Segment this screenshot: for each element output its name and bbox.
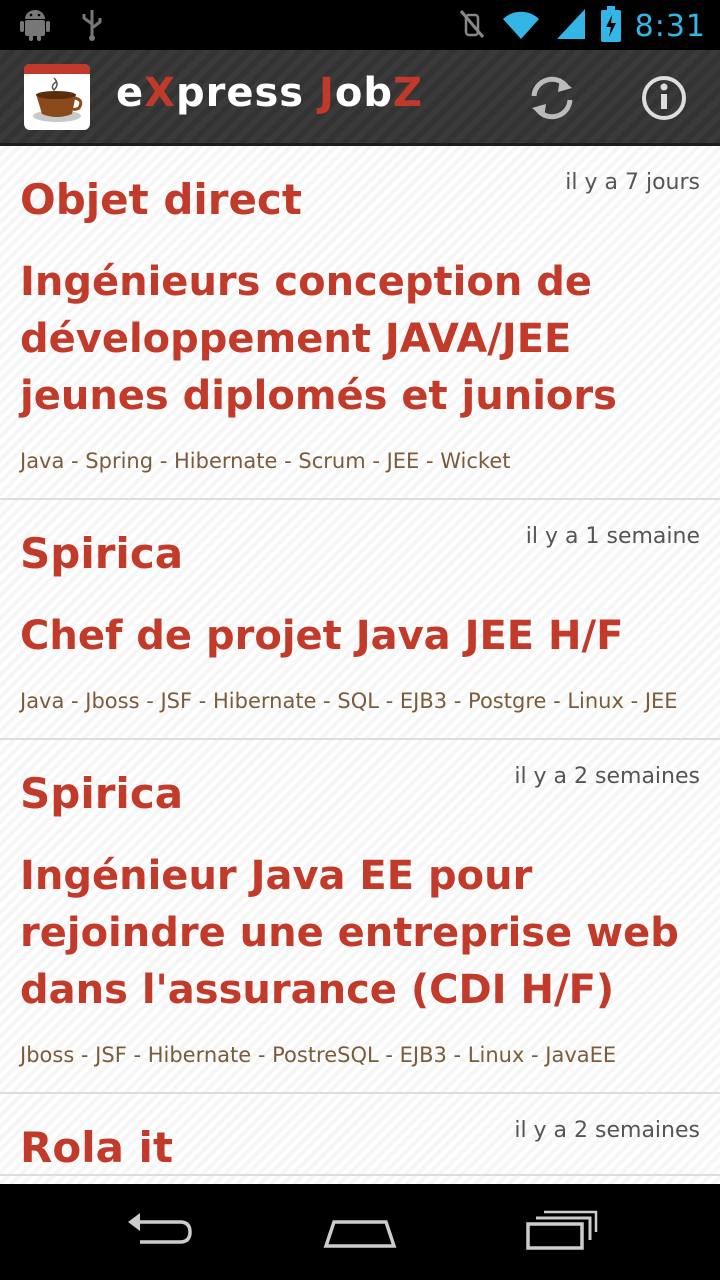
posted-date: il y a 2 semaines: [514, 764, 700, 789]
back-icon[interactable]: [120, 1208, 200, 1258]
job-title: Ingénieur Java EE pour rejoindre une ent…: [20, 853, 679, 1013]
posted-date: il y a 7 jours: [565, 170, 700, 195]
navigation-bar: [0, 1184, 720, 1280]
wifi-icon: [501, 7, 541, 45]
job-list[interactable]: Objet direct il y a 7 jours Ingénieurs c…: [0, 146, 720, 1184]
job-list-item[interactable]: Rola it il y a 2 semaines: [0, 1094, 720, 1176]
signal-icon: [555, 7, 587, 45]
job-title: Chef de projet Java JEE H/F: [20, 613, 624, 659]
job-tags: Java - Jboss - JSF - Hibernate - SQL - E…: [20, 689, 678, 713]
info-icon[interactable]: [636, 70, 692, 126]
clock: 8:31: [634, 8, 706, 44]
battery-charging-icon: [600, 6, 621, 46]
home-icon[interactable]: [320, 1208, 400, 1258]
mute-icon: [457, 7, 487, 45]
job-title: Ingénieurs conception de développement J…: [20, 259, 617, 419]
app-title: eXpress JobZ: [116, 70, 424, 116]
usb-icon: [80, 8, 104, 46]
app-logo-icon[interactable]: [24, 64, 90, 130]
posted-date: il y a 1 semaine: [525, 524, 700, 549]
job-tags: Jboss - JSF - Hibernate - PostreSQL - EJ…: [20, 1043, 617, 1067]
status-bar: 8:31: [0, 0, 720, 50]
recent-apps-icon[interactable]: [522, 1208, 602, 1258]
job-list-item[interactable]: Objet direct il y a 7 jours Ingénieurs c…: [0, 146, 720, 500]
android-icon: [18, 8, 52, 46]
action-bar: eXpress JobZ: [0, 50, 720, 146]
job-list-item[interactable]: Spirica il y a 1 semaine Chef de projet …: [0, 500, 720, 740]
job-list-item[interactable]: Spirica il y a 2 semaines Ingénieur Java…: [0, 740, 720, 1094]
refresh-icon[interactable]: [524, 70, 580, 126]
posted-date: il y a 2 semaines: [514, 1118, 700, 1143]
job-tags: Java - Spring - Hibernate - Scrum - JEE …: [20, 449, 511, 473]
